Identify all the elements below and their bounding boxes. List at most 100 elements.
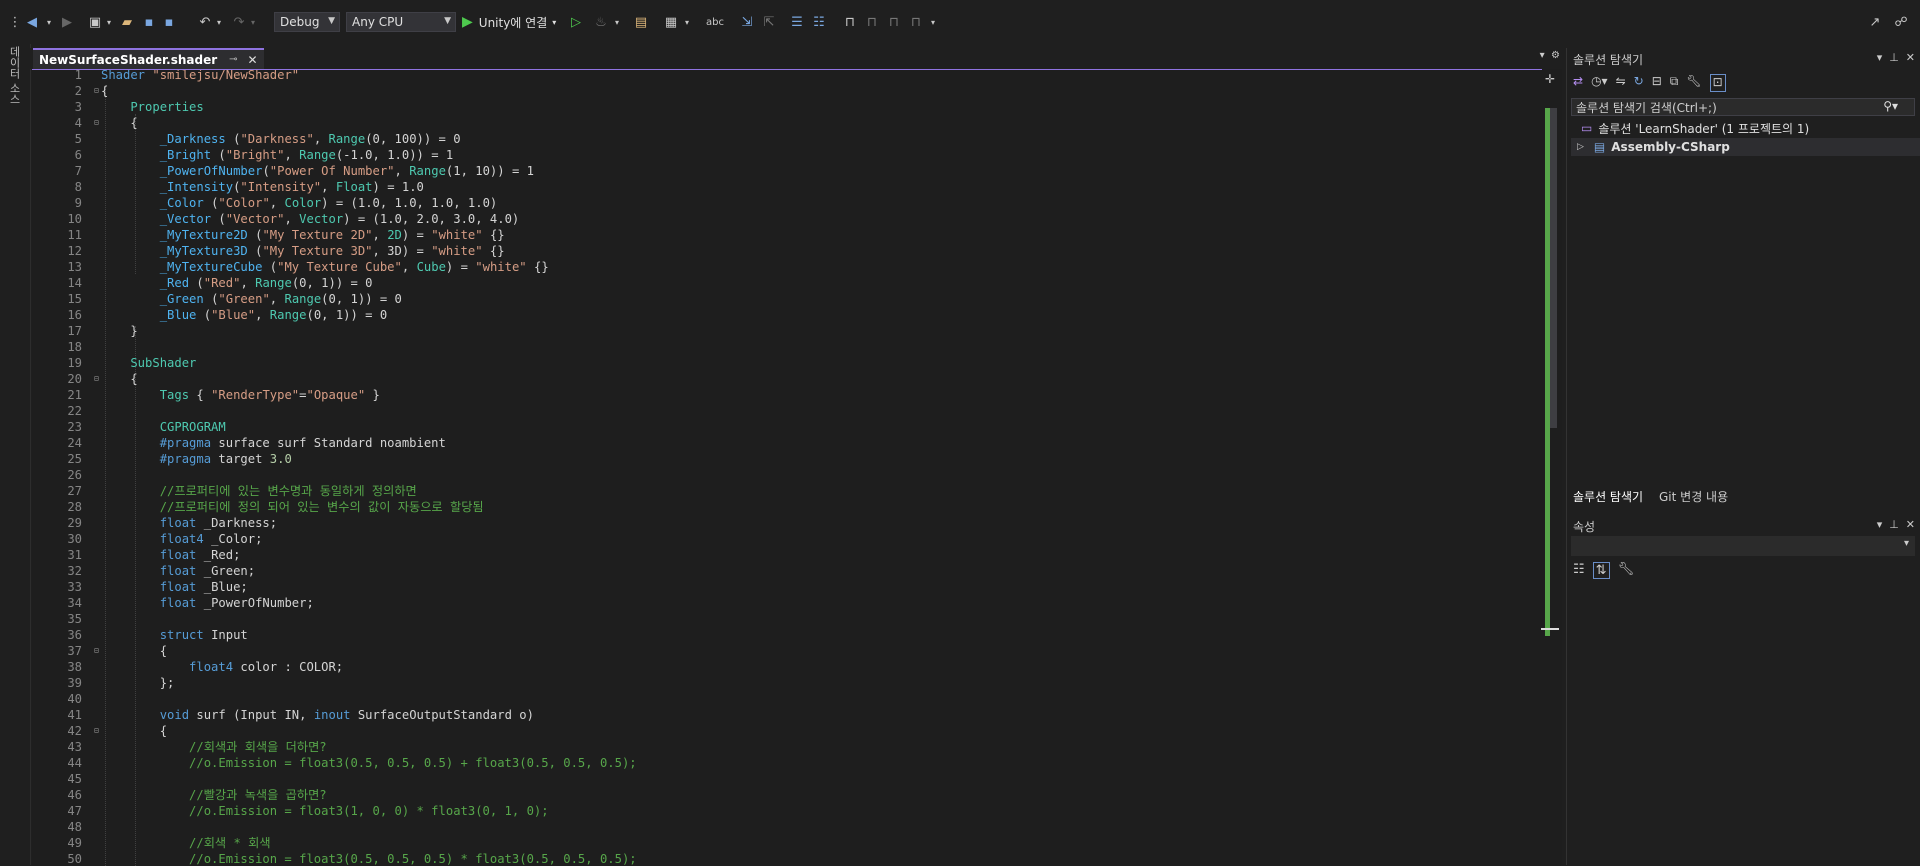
code-line[interactable]: 14 _Red ("Red", Range(0, 1)) = 0 — [32, 275, 1532, 291]
collapse-all-icon[interactable]: ⊟ — [1652, 74, 1662, 92]
tab-overflow-icon[interactable]: ▾ ⚙ — [1540, 50, 1560, 61]
code-line[interactable]: 46 //빨강과 녹색을 곱하면? — [32, 787, 1532, 803]
code-line[interactable]: 48 — [32, 819, 1532, 835]
undo-dropdown-icon[interactable]: ▾ — [214, 12, 224, 32]
fold-toggle-icon[interactable]: ⊟ — [94, 371, 99, 387]
properties-wrench-icon[interactable]: 🔧︎ — [1686, 74, 1701, 92]
pin-icon[interactable]: ⊸ — [229, 54, 237, 65]
code-line[interactable]: 19 SubShader — [32, 355, 1532, 371]
search-icon[interactable]: ⚲▾ — [1883, 99, 1898, 113]
code-line[interactable]: 37 ⊟ { — [32, 643, 1532, 659]
code-line[interactable]: 5 _Darkness ("Darkness", Range(0, 100)) … — [32, 131, 1532, 147]
redo-icon[interactable]: ↷ — [230, 12, 248, 32]
code-line[interactable]: 22 — [32, 403, 1532, 419]
tree-item-project[interactable]: ▷ ▤ Assembly-CSharp — [1571, 138, 1920, 156]
new-project-icon[interactable]: ▣ — [86, 12, 104, 32]
fold-toggle-icon[interactable]: ⊟ — [94, 643, 99, 659]
property-pages-icon[interactable]: 🔧︎ — [1618, 562, 1635, 579]
scrollbar-thumb[interactable] — [1550, 108, 1557, 428]
code-line[interactable]: 38 float4 color : COLOR; — [32, 659, 1532, 675]
hot-reload-dropdown-icon[interactable]: ▾ — [612, 12, 622, 32]
code-line[interactable]: 44 //o.Emission = float3(0.5, 0.5, 0.5) … — [32, 755, 1532, 771]
code-line[interactable]: 42 ⊟ { — [32, 723, 1532, 739]
preview-icon[interactable]: ⊡ — [1709, 74, 1726, 92]
categorized-icon[interactable]: ☷ — [1573, 562, 1585, 579]
tab-newsurfaceshader[interactable]: NewSurfaceShader.shader ⊸ ✕ — [33, 48, 264, 69]
code-line[interactable]: 23 CGPROGRAM — [32, 419, 1532, 435]
new-dropdown-icon[interactable]: ▾ — [104, 12, 114, 32]
code-line[interactable]: 33 float _Blue; — [32, 579, 1532, 595]
code-line[interactable]: 24 #pragma surface surf Standard noambie… — [32, 435, 1532, 451]
start-without-debug-icon[interactable]: ▷ — [568, 12, 584, 32]
code-line[interactable]: 4 ⊟ { — [32, 115, 1532, 131]
code-line[interactable]: 7 _PowerOfNumber("Power Of Number", Rang… — [32, 163, 1532, 179]
code-line[interactable]: 20 ⊟ { — [32, 371, 1532, 387]
tab-solution-explorer[interactable]: 솔루션 탐색기 — [1573, 488, 1643, 505]
fold-toggle-icon[interactable]: ⊟ — [94, 83, 99, 99]
next-bookmark-icon[interactable]: ⊓ — [886, 12, 902, 32]
code-line[interactable]: 43 //회색과 회색을 더하면? — [32, 739, 1532, 755]
code-line[interactable]: 39 }; — [32, 675, 1532, 691]
code-line[interactable]: 41 void surf (Input IN, inout SurfaceOut… — [32, 707, 1532, 723]
code-line[interactable]: 11 _MyTexture2D ("My Texture 2D", 2D) = … — [32, 227, 1532, 243]
properties-object-select[interactable]: ▾ — [1571, 536, 1915, 556]
properties-window-controls[interactable]: ▾ ⊥ ✕ — [1877, 518, 1915, 531]
code-line[interactable]: 1 Shader "smilejsu/NewShader" — [32, 70, 1532, 83]
code-line[interactable]: 10 _Vector ("Vector", Vector) = (1.0, 2.… — [32, 211, 1532, 227]
live-share-icon[interactable]: ↗ — [1866, 12, 1884, 32]
code-line[interactable]: 31 float _Red; — [32, 547, 1532, 563]
code-line[interactable]: 50 //o.Emission = float3(0.5, 0.5, 0.5) … — [32, 851, 1532, 866]
start-debug-button[interactable]: ▶ Unity에 연결 ▾ — [462, 12, 556, 32]
open-folder-icon[interactable]: ▰ — [118, 12, 136, 32]
code-line[interactable]: 16 _Blue ("Blue", Range(0, 1)) = 0 — [32, 307, 1532, 323]
code-line[interactable]: 21 Tags { "RenderType"="Opaque" } — [32, 387, 1532, 403]
code-line[interactable]: 28 //프로퍼티에 정의 되어 있는 변수의 값이 자동으로 할당됨 — [32, 499, 1532, 515]
code-line[interactable]: 49 //회색 * 회색 — [32, 835, 1532, 851]
configuration-select[interactable]: Debug ▼ — [274, 12, 340, 32]
show-all-files-icon[interactable]: ⧉ — [1670, 74, 1679, 92]
code-line[interactable]: 27 //프로퍼티에 있는 변수명과 동일하게 정의하면 — [32, 483, 1532, 499]
platform-select[interactable]: Any CPU ▼ — [346, 12, 456, 32]
back-dropdown-icon[interactable]: ▾ — [44, 12, 54, 32]
code-line[interactable]: 34 float _PowerOfNumber; — [32, 595, 1532, 611]
outdent-icon[interactable]: ☷ — [810, 12, 828, 32]
tree-item-solution[interactable]: ▭ 솔루션 'LearnShader' (1 프로젝트의 1) — [1571, 119, 1920, 137]
code-line[interactable]: 8 _Intensity("Intensity", Float) = 1.0 — [32, 179, 1532, 195]
code-line[interactable]: 25 #pragma target 3.0 — [32, 451, 1532, 467]
tab-git-changes[interactable]: Git 변경 내용 — [1659, 488, 1728, 505]
layout-dropdown-icon[interactable]: ▾ — [682, 12, 692, 32]
code-line[interactable]: 45 — [32, 771, 1532, 787]
save-icon[interactable]: ▪ — [140, 12, 158, 32]
code-line[interactable]: 29 float _Darkness; — [32, 515, 1532, 531]
clear-bookmarks-icon[interactable]: ⊓ — [908, 12, 924, 32]
code-line[interactable]: 32 float _Green; — [32, 563, 1532, 579]
history-icon[interactable]: ◷▾ — [1591, 74, 1608, 92]
fold-toggle-icon[interactable]: ⊟ — [94, 723, 99, 739]
expand-arrow-icon[interactable]: ▷ — [1577, 142, 1584, 152]
code-line[interactable]: 36 struct Input — [32, 627, 1532, 643]
code-line[interactable]: 12 _MyTexture3D ("My Texture 3D", 3D) = … — [32, 243, 1532, 259]
code-line[interactable]: 26 — [32, 467, 1532, 483]
save-all-icon[interactable]: ▪ — [160, 12, 178, 32]
code-line[interactable]: 9 _Color ("Color", Color) = (1.0, 1.0, 1… — [32, 195, 1532, 211]
code-line[interactable]: 35 — [32, 611, 1532, 627]
code-line[interactable]: 47 //o.Emission = float3(1, 0, 0) * floa… — [32, 803, 1532, 819]
refresh-icon[interactable]: ↻ — [1634, 74, 1644, 92]
sync-icon[interactable]: ⇄ — [1573, 74, 1583, 92]
code-line[interactable]: 13 _MyTextureCube ("My Texture Cube", Cu… — [32, 259, 1532, 275]
pending-changes-icon[interactable]: ⇋ — [1616, 74, 1626, 92]
code-editor[interactable]: 1 Shader "smilejsu/NewShader" 2 ⊟{3 Propert… — [32, 69, 1561, 866]
close-icon[interactable]: ✕ — [248, 53, 258, 67]
code-line[interactable]: 40 — [32, 691, 1532, 707]
split-editor-icon[interactable]: ✛ — [1545, 72, 1555, 86]
prev-bookmark-icon[interactable]: ⊓ — [864, 12, 880, 32]
step-over-icon[interactable]: ⇱ — [760, 12, 778, 32]
code-line[interactable]: 30 float4 _Color; — [32, 531, 1532, 547]
redo-dropdown-icon[interactable]: ▾ — [248, 12, 258, 32]
indent-icon[interactable]: ☰ — [788, 12, 806, 32]
spell-check-icon[interactable]: abc — [706, 12, 724, 32]
solution-search-input[interactable]: 솔루션 탐색기 검색(Ctrl+;) ⚲▾ — [1571, 98, 1915, 116]
feedback-icon[interactable]: ☍ — [1892, 12, 1910, 32]
code-line[interactable]: 2 ⊟{ — [32, 83, 1532, 99]
back-icon[interactable]: ◀ — [22, 12, 42, 32]
